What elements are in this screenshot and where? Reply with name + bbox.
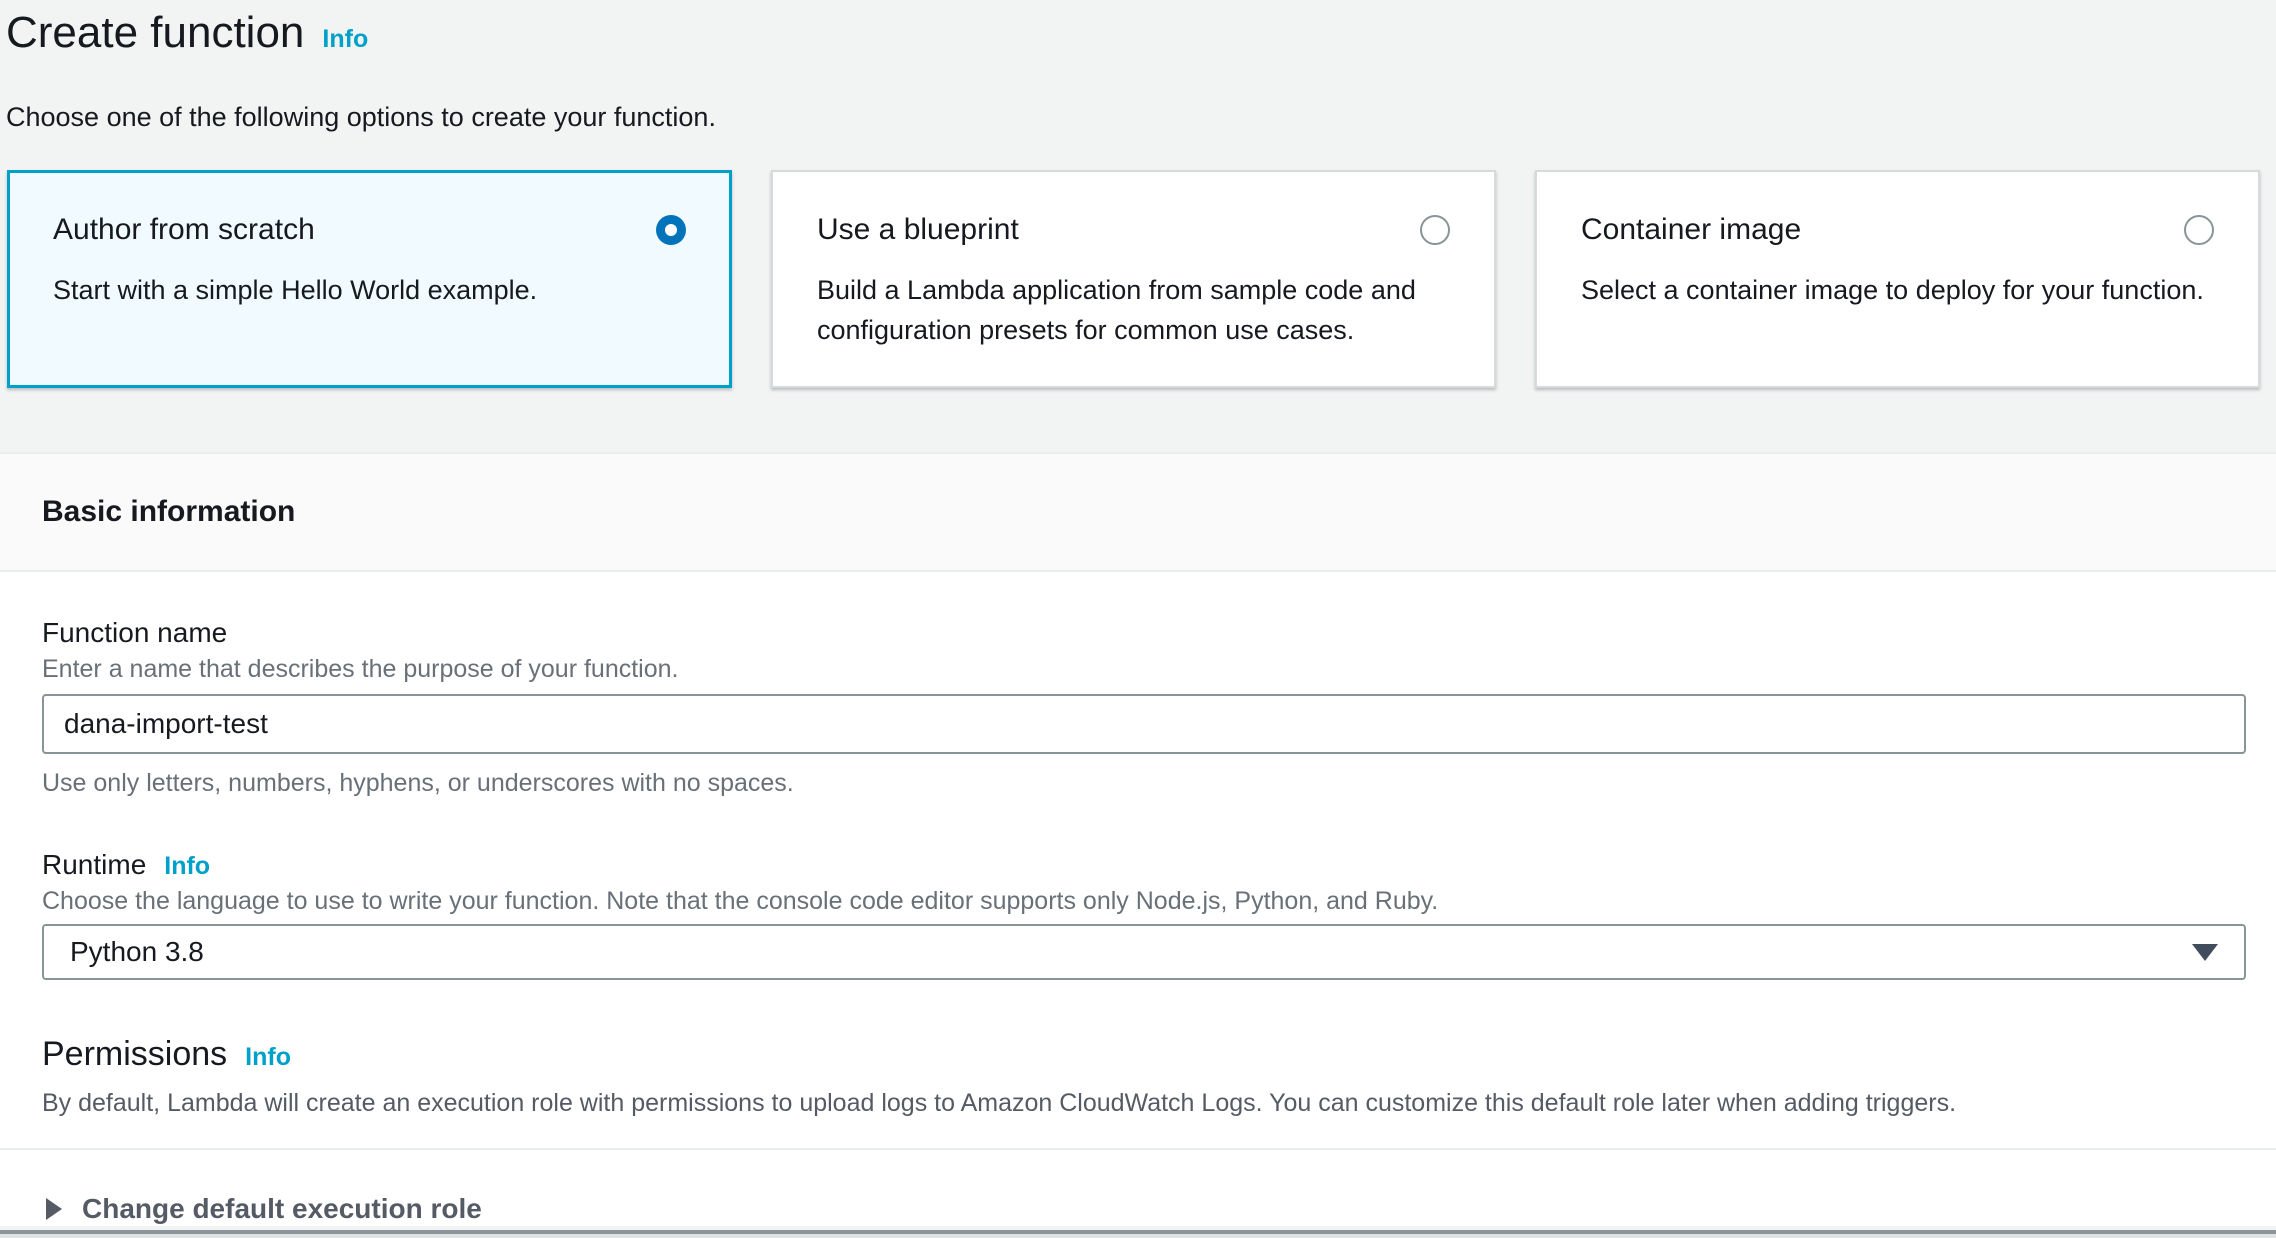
runtime-selected-value: Python 3.8	[70, 936, 204, 968]
function-name-field-group: Function name Enter a name that describe…	[42, 616, 2246, 798]
permissions-info-link[interactable]: Info	[245, 1043, 291, 1072]
card-container-image[interactable]: Container image Select a container image…	[1535, 170, 2260, 388]
function-name-constraint: Use only letters, numbers, hyphens, or u…	[42, 768, 2246, 798]
create-function-page: Create function Info Choose one of the f…	[0, 0, 2276, 388]
basic-information-panel: Basic information Function name Enter a …	[0, 452, 2276, 1226]
card-author-from-scratch[interactable]: Author from scratch Start with a simple …	[7, 170, 732, 388]
caret-right-icon	[46, 1198, 62, 1220]
permissions-heading: Permissions	[42, 1034, 227, 1074]
permissions-description: By default, Lambda will create an execut…	[42, 1088, 2246, 1118]
page-title-info-link[interactable]: Info	[322, 25, 368, 54]
card-head: Container image	[1581, 212, 2214, 248]
card-title: Author from scratch	[53, 212, 315, 248]
runtime-field-group: Runtime Info Choose the language to use …	[42, 848, 2246, 980]
page-subtitle: Choose one of the following options to c…	[4, 100, 2268, 134]
card-head: Author from scratch	[53, 212, 686, 248]
function-name-description: Enter a name that describes the purpose …	[42, 654, 2246, 684]
function-name-input[interactable]	[42, 694, 2246, 754]
card-description: Start with a simple Hello World example.	[53, 270, 686, 310]
radio-container-image[interactable]	[2184, 215, 2214, 245]
card-use-a-blueprint[interactable]: Use a blueprint Build a Lambda applicati…	[771, 170, 1496, 388]
creation-option-cards: Author from scratch Start with a simple …	[7, 170, 2260, 388]
runtime-label-row: Runtime Info	[42, 848, 2246, 882]
expander-label: Change default execution role	[82, 1192, 482, 1226]
chevron-down-icon	[2192, 944, 2218, 961]
card-description: Build a Lambda application from sample c…	[817, 270, 1450, 350]
page-title-row: Create function Info	[4, 6, 2268, 60]
permissions-section: Permissions Info By default, Lambda will…	[42, 1034, 2246, 1118]
card-head: Use a blueprint	[817, 212, 1450, 248]
basic-information-header: Basic information	[0, 454, 2276, 572]
basic-information-body: Function name Enter a name that describe…	[0, 572, 2276, 1118]
radio-author-from-scratch[interactable]	[656, 215, 686, 245]
runtime-label: Runtime	[42, 848, 146, 882]
basic-information-heading: Basic information	[42, 494, 2234, 530]
function-name-label: Function name	[42, 616, 2246, 650]
runtime-description: Choose the language to use to write your…	[42, 886, 2246, 916]
card-title: Use a blueprint	[817, 212, 1019, 248]
runtime-info-link[interactable]: Info	[164, 852, 210, 881]
change-default-execution-role-expander[interactable]: Change default execution role	[0, 1150, 2276, 1226]
card-title: Container image	[1581, 212, 1801, 248]
radio-use-a-blueprint[interactable]	[1420, 215, 1450, 245]
card-description: Select a container image to deploy for y…	[1581, 270, 2214, 310]
bottom-border-line-light	[0, 1234, 2276, 1238]
runtime-select[interactable]: Python 3.8	[42, 924, 2246, 980]
permissions-heading-row: Permissions Info	[42, 1034, 2246, 1074]
page-title: Create function	[6, 6, 304, 60]
